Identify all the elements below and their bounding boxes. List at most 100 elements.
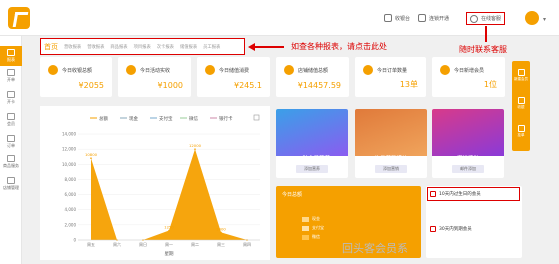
y-tick-label: 12,000 [62, 147, 76, 152]
add-member-icon [517, 69, 525, 76]
tab-project[interactable]: 项目报表 [134, 44, 151, 50]
cashier-icon [384, 14, 392, 22]
stored-value-icon [205, 65, 215, 75]
data-label: 12000 [189, 143, 202, 148]
service-annotation-arrow [485, 26, 487, 42]
promo-image [432, 109, 504, 156]
sidebar: 报表 开单 开卡 会员 订单 商品服务 店铺管理 [0, 36, 22, 264]
watermark: 回头客会员系 [342, 242, 408, 255]
tab-goods[interactable]: 商品报表 [110, 44, 127, 50]
chain-button[interactable]: 连锁开通 [418, 12, 449, 24]
stat-card: 今日储值消费 ¥245.1 [197, 57, 270, 97]
list-item[interactable]: 30天内到期会员 [430, 226, 472, 232]
weekly-revenue-chart: 总额 现金 支付宝 微信 银行卡 0 2,000 4,000 6,000 8,000 10,000 1… [40, 106, 270, 260]
list-item[interactable]: 10天内过生日的会员 [430, 191, 481, 197]
tab-revenue-2[interactable]: 营收报表 [87, 44, 104, 50]
legend-swatch [302, 225, 309, 231]
y-tick-label: 10,000 [62, 162, 76, 167]
legend-label: 支付宝 [159, 115, 173, 122]
legend-label: 总额 [99, 115, 108, 122]
stat-card: 店铺储值总额 ¥14457.59 [276, 57, 349, 97]
quick-new-member-button[interactable]: 新建会员 [512, 69, 530, 82]
promo-button[interactable]: 添加营销 [375, 165, 407, 173]
stat-card: 今日收银总额 ¥2055 [40, 57, 112, 97]
stat-label: 今日新增会员 [454, 68, 485, 74]
sidebar-item-goods[interactable]: 商品服务 [0, 155, 22, 169]
promo-image [276, 109, 348, 156]
data-point [220, 231, 222, 234]
legend-label: 现金 [312, 216, 320, 221]
legend-item: 微信 [302, 234, 320, 240]
tabs-annotation-arrowhead [248, 43, 255, 51]
promo-button[interactable]: 添加营养 [296, 165, 328, 173]
tab-home[interactable]: 首页 [44, 42, 58, 52]
order-count-icon [363, 65, 373, 75]
cashier-label: 收银台 [395, 15, 411, 22]
y-tick-label: 2,000 [65, 222, 77, 227]
data-point [90, 157, 92, 160]
chevron-down-icon[interactable]: ▾ [543, 16, 546, 23]
legend-label: 微信 [312, 234, 320, 239]
tab-times-card[interactable]: 次卡报表 [157, 44, 174, 50]
promo-card[interactable]: 1.6种会员营养 添加营养 [276, 109, 348, 178]
x-axis-label: 星期 [165, 251, 174, 257]
y-tick-label: 14,000 [62, 132, 76, 137]
promo-image [355, 109, 427, 156]
legend-swatch [302, 234, 309, 240]
user-avatar[interactable] [525, 11, 539, 25]
x-tick-label: 周四 [243, 241, 251, 247]
hold-icon [517, 125, 525, 132]
cash-icon [517, 97, 525, 104]
online-service-button[interactable]: 在线客服 [466, 12, 506, 25]
sidebar-item-store[interactable]: 店铺管理 [0, 177, 22, 191]
sidebar-item-card[interactable]: 开卡 [0, 91, 22, 105]
reminder-text: 10天内过生日的会员 [439, 192, 481, 197]
chain-icon [418, 14, 426, 22]
stat-card: 今日活动实收 ¥1000 [118, 57, 191, 97]
app-logo[interactable] [8, 7, 30, 29]
report-tabs: 首页 营收报表 营收报表 商品报表 项目报表 次卡报表 储值报表 员工报表 [40, 38, 245, 55]
stat-value: 13单 [399, 80, 418, 89]
stat-value: ¥2055 [78, 81, 104, 90]
stat-label: 今日收银总额 [62, 68, 93, 74]
legend-label: 现金 [129, 115, 138, 122]
x-tick-label: 周六 [113, 241, 121, 247]
tabs-annotation-arrow [254, 46, 284, 48]
goods-icon [7, 155, 15, 162]
stat-card: 今日订单数量 13单 [355, 57, 426, 97]
promo-card[interactable]: 生日营销模块 添加营销 [355, 109, 427, 178]
data-label: 10800 [85, 152, 98, 157]
sidebar-item-report[interactable]: 报表 [0, 46, 22, 66]
member-icon [7, 113, 15, 120]
legend-swatch [302, 216, 309, 222]
data-point [194, 148, 196, 150]
y-tick-label: 4,000 [65, 207, 77, 212]
chart-svg: 总额 现金 支付宝 微信 银行卡 0 2,000 4,000 6,000 8,000 10,000 1… [62, 114, 260, 257]
x-tick-label: 周日 [139, 241, 147, 247]
quick-actions-panel: 新建会员 收银 挂单 [512, 61, 530, 151]
y-tick-label: 0 [73, 238, 76, 243]
quick-hold-button[interactable]: 挂单 [512, 125, 530, 138]
promo-button[interactable]: 邮件添加 [452, 165, 484, 173]
tab-revenue[interactable]: 营收报表 [64, 44, 81, 50]
y-tick-label: 8,000 [65, 177, 77, 182]
promo-text: 生日营销模块 [374, 156, 408, 162]
reminder-text: 30天内到期会员 [439, 227, 472, 232]
sidebar-item-member[interactable]: 会员 [0, 113, 22, 127]
order-icon [7, 135, 15, 142]
promo-text: 1.6种会员营养 [293, 156, 331, 162]
promo-card[interactable]: 满送活动 邮件添加 [432, 109, 504, 178]
sidebar-item-label: 商品服务 [3, 163, 19, 168]
data-label: 1250 [164, 225, 174, 230]
sidebar-item-label: 报表 [7, 57, 15, 62]
tab-staff[interactable]: 员工报表 [203, 44, 220, 50]
tab-stored-value[interactable]: 储值报表 [180, 44, 197, 50]
x-tick-label: 周三 [217, 241, 225, 247]
quick-cash-button[interactable]: 收银 [512, 97, 530, 110]
today-title: 今日总额 [282, 192, 303, 198]
cashier-button[interactable]: 收银台 [384, 12, 410, 24]
card-icon [7, 91, 15, 98]
stat-label: 今日订单数量 [377, 68, 408, 74]
sidebar-item-order[interactable]: 订单 [0, 135, 22, 149]
sidebar-item-bill[interactable]: 开单 [0, 69, 22, 83]
